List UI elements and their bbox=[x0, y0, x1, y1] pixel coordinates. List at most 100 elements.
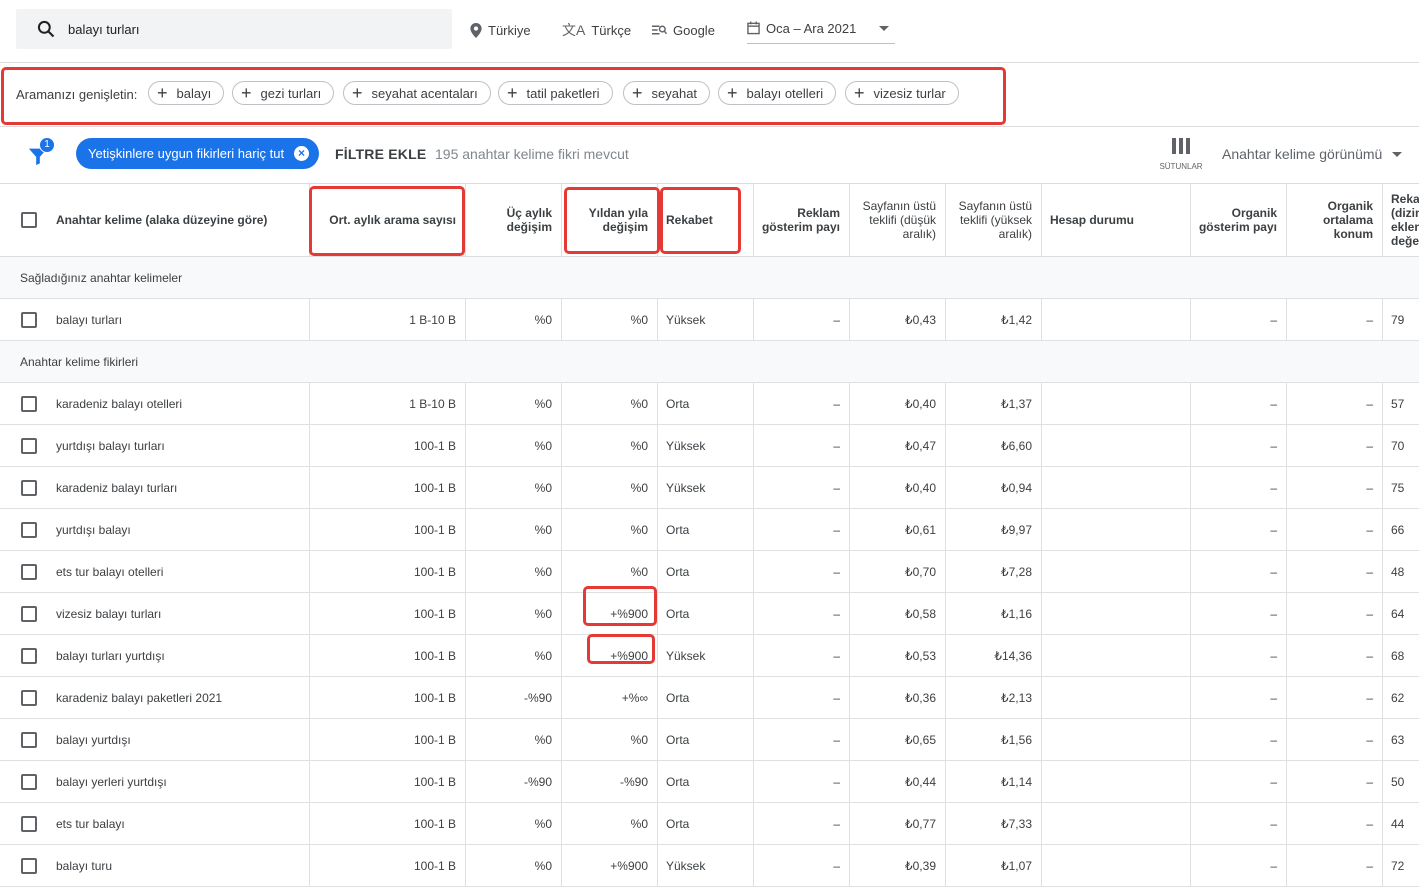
cell-bid-low: ₺0,43 bbox=[849, 299, 945, 340]
table-row[interactable]: balayı yerleri yurtdışı 100-1 B -%90 -%90 Or… bbox=[0, 761, 1419, 803]
filter-icon[interactable]: 1 bbox=[27, 137, 55, 168]
header-competition-index[interactable]: Rekab (dizin eklen değer bbox=[1382, 183, 1419, 256]
row-checkbox[interactable] bbox=[21, 858, 37, 874]
cell-account-status bbox=[1041, 467, 1190, 508]
cell-organic-position: – bbox=[1286, 593, 1382, 634]
table-row[interactable]: balayı turu 100-1 B %0 +%900 Yüksek – ₺0,39 ₺1,… bbox=[0, 845, 1419, 887]
header-yoy-change[interactable]: Yıldan yıla değişim bbox=[561, 183, 657, 256]
cell-keyword: vizesiz balayı turları bbox=[56, 606, 162, 621]
expand-chip[interactable]: + seyahat acentaları bbox=[343, 81, 491, 105]
row-checkbox[interactable] bbox=[21, 816, 37, 832]
table-row[interactable]: balayı turları yurtdışı 100-1 B %0 +%900 Yük… bbox=[0, 635, 1419, 677]
row-checkbox[interactable] bbox=[21, 564, 37, 580]
add-filter-button[interactable]: FİLTRE EKLE bbox=[335, 146, 426, 162]
expand-chip[interactable]: + balayı otelleri bbox=[718, 81, 837, 105]
cell-organic-position: – bbox=[1286, 509, 1382, 550]
header-competition[interactable]: Rekabet bbox=[657, 183, 753, 256]
select-all-checkbox[interactable] bbox=[21, 212, 37, 228]
header-organic-position[interactable]: Organik ortalama konum bbox=[1286, 183, 1382, 256]
row-checkbox[interactable] bbox=[21, 522, 37, 538]
language-selector[interactable]: 文A Türkçe bbox=[562, 20, 631, 40]
expand-chip[interactable]: + tatil paketleri bbox=[498, 81, 613, 105]
cell-organic-position: – bbox=[1286, 719, 1382, 760]
top-bar: balayı turları Türkiye 文A Türkçe Google … bbox=[0, 0, 1419, 63]
active-filter-chip[interactable]: Yetişkinlere uygun fikirleri hariç tut × bbox=[76, 138, 319, 169]
cell-yoy-change: %0 bbox=[561, 509, 657, 550]
location-selector[interactable]: Türkiye bbox=[470, 20, 531, 40]
header-account-status[interactable]: Hesap durumu bbox=[1041, 183, 1190, 256]
cell-account-status bbox=[1041, 299, 1190, 340]
table-row[interactable]: ets tur balayı 100-1 B %0 %0 Orta – ₺0,77 ₺7,33… bbox=[0, 803, 1419, 845]
cell-bid-high: ₺14,36 bbox=[945, 635, 1041, 676]
row-checkbox[interactable] bbox=[21, 396, 37, 412]
table-row[interactable]: yurtdışı balayı turları 100-1 B %0 %0 Yüksek… bbox=[0, 425, 1419, 467]
cell-competition-index: 44 bbox=[1382, 803, 1419, 844]
section-provided-label: Sağladığınız anahtar kelimeler bbox=[20, 271, 183, 285]
cell-bid-low: ₺0,47 bbox=[849, 425, 945, 466]
cell-organic-impression-share: – bbox=[1190, 719, 1286, 760]
cell-yoy-change: %0 bbox=[561, 425, 657, 466]
cell-account-status bbox=[1041, 761, 1190, 802]
close-icon[interactable]: × bbox=[294, 146, 309, 161]
row-checkbox[interactable] bbox=[21, 480, 37, 496]
date-range-selector[interactable]: Oca – Ara 2021 bbox=[747, 19, 895, 44]
header-impression-share[interactable]: Reklam gösterim payı bbox=[753, 183, 849, 256]
expand-search-bar: Aramanızı genişletin: + balayı + gezi turl… bbox=[0, 62, 1419, 127]
cell-yoy-change: %0 bbox=[561, 299, 657, 340]
table-row[interactable]: yurtdışı balayı 100-1 B %0 %0 Orta – ₺0,61 ₺9,9… bbox=[0, 509, 1419, 551]
cell-organic-impression-share: – bbox=[1190, 593, 1286, 634]
cell-bid-low: ₺0,39 bbox=[849, 845, 945, 886]
row-checkbox[interactable] bbox=[21, 606, 37, 622]
header-keyword[interactable]: Anahtar kelime (alaka düzeyine göre) bbox=[48, 183, 309, 256]
columns-button[interactable]: SÜTUNLAR bbox=[1158, 138, 1204, 171]
table-row[interactable]: vizesiz balayı turları 100-1 B %0 +%900 Orta… bbox=[0, 593, 1419, 635]
plus-icon: + bbox=[507, 83, 518, 103]
chip-label: balayı otelleri bbox=[746, 85, 824, 101]
cell-yoy-change: %0 bbox=[561, 551, 657, 592]
plus-icon: + bbox=[157, 83, 168, 103]
plus-icon: + bbox=[632, 83, 643, 103]
cell-organic-position: – bbox=[1286, 551, 1382, 592]
expand-chip[interactable]: + vizesiz turlar bbox=[845, 81, 959, 105]
table-row[interactable]: balayı turları 1 B-10 B %0 %0 Yüksek – ₺0,43 ₺1… bbox=[0, 299, 1419, 341]
expand-chip[interactable]: + seyahat bbox=[623, 81, 711, 105]
table-row[interactable]: karadeniz balayı turları 100-1 B %0 %0 Yükse… bbox=[0, 467, 1419, 509]
cell-competition: Yüksek bbox=[657, 425, 753, 466]
cell-bid-high: ₺6,60 bbox=[945, 425, 1041, 466]
location-label: Türkiye bbox=[488, 22, 531, 38]
header-bid-high[interactable]: Sayfanın üstü teklifi (yüksek aralık) bbox=[945, 183, 1041, 256]
expand-chip[interactable]: + gezi turları bbox=[232, 81, 335, 105]
keyword-view-selector[interactable]: Anahtar kelime görünümü bbox=[1222, 146, 1403, 162]
cell-bid-low: ₺0,58 bbox=[849, 593, 945, 634]
expand-chip[interactable]: + balayı bbox=[148, 81, 225, 105]
cell-organic-position: – bbox=[1286, 299, 1382, 340]
header-bid-low[interactable]: Sayfanın üstü teklifi (düşük aralık) bbox=[849, 183, 945, 256]
cell-impression-share: – bbox=[753, 719, 849, 760]
cell-organic-impression-share: – bbox=[1190, 635, 1286, 676]
active-filter-label: Yetişkinlere uygun fikirleri hariç tut bbox=[88, 146, 285, 161]
row-checkbox[interactable] bbox=[21, 648, 37, 664]
row-checkbox[interactable] bbox=[21, 774, 37, 790]
row-checkbox[interactable] bbox=[21, 312, 37, 328]
row-checkbox[interactable] bbox=[21, 690, 37, 706]
cell-three-month-change: %0 bbox=[465, 299, 561, 340]
header-organic-impression-share[interactable]: Organik gösterim payı bbox=[1190, 183, 1286, 256]
cell-yoy-change: +%900 bbox=[561, 845, 657, 886]
search-input[interactable]: balayı turları bbox=[68, 22, 140, 37]
keyword-view-label: Anahtar kelime görünümü bbox=[1222, 146, 1383, 162]
table-row[interactable]: karadeniz balayı paketleri 2021 100-1 B -%… bbox=[0, 677, 1419, 719]
row-checkbox[interactable] bbox=[21, 438, 37, 454]
network-selector[interactable]: Google bbox=[652, 20, 715, 40]
cell-organic-impression-share: – bbox=[1190, 761, 1286, 802]
header-three-month-change[interactable]: Üç aylık değişim bbox=[465, 183, 561, 256]
row-checkbox[interactable] bbox=[21, 732, 37, 748]
search-box[interactable]: balayı turları bbox=[16, 9, 452, 49]
table-row[interactable]: ets tur balayı otelleri 100-1 B %0 %0 Orta – ₺… bbox=[0, 551, 1419, 593]
cell-bid-high: ₺1,42 bbox=[945, 299, 1041, 340]
table-row[interactable]: karadeniz balayı otelleri 1 B-10 B %0 %0 Ort… bbox=[0, 383, 1419, 425]
table-row[interactable]: balayı yurtdışı 100-1 B %0 %0 Orta – ₺0,65 ₺1,5… bbox=[0, 719, 1419, 761]
cell-three-month-change: %0 bbox=[465, 593, 561, 634]
header-avg-searches[interactable]: Ort. aylık arama sayısı bbox=[309, 183, 465, 256]
cell-three-month-change: %0 bbox=[465, 509, 561, 550]
cell-yoy-change: +%∞ bbox=[561, 677, 657, 718]
